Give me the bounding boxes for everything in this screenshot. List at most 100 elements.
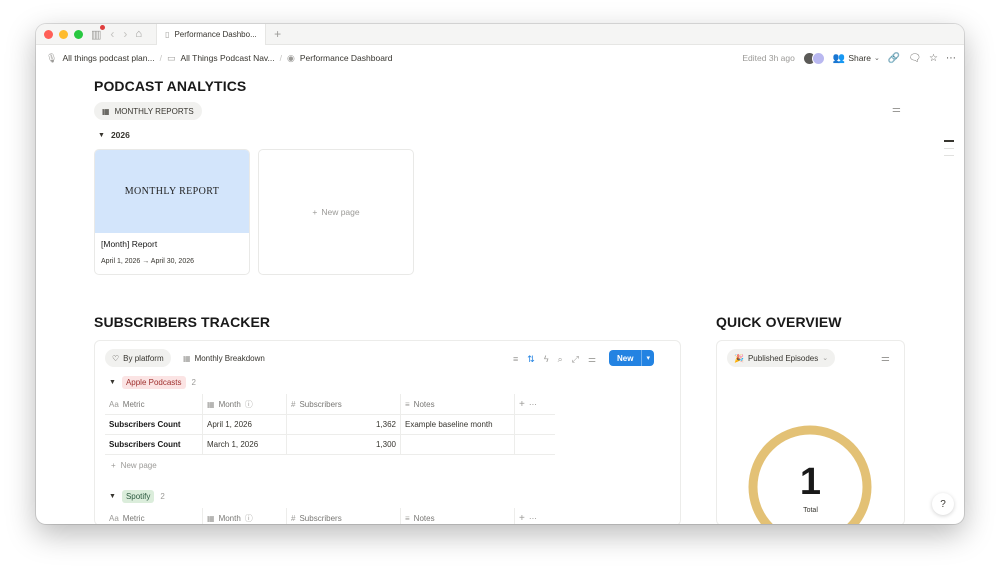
settings-icon[interactable]: ⚌ [588,354,596,365]
column-metric[interactable]: Aa Metric [105,394,203,414]
text-icon: Aa [109,399,119,409]
table-row[interactable]: Subscribers Count April 1, 2026 1,362 Ex… [105,415,555,435]
column-notes[interactable]: ≡ Notes [401,508,515,524]
group-tag: Apple Podcasts [121,376,186,389]
link-icon[interactable]: 🔗 [888,53,900,64]
share-button[interactable]: 👥 Share ⌄ [833,53,880,64]
star-icon[interactable]: ☆ [929,53,938,64]
breadcrumb-item-nav[interactable]: ▭ All Things Podcast Nav... [167,53,275,64]
calendar-icon: ▦ [207,399,215,409]
cell-month[interactable]: April 1, 2026 [203,415,287,434]
cell-month[interactable]: March 1, 2026 [203,435,287,454]
search-icon[interactable]: ⌕ [558,354,563,365]
total-value: 1 [799,461,822,503]
more-icon[interactable]: ⋯ [946,53,956,64]
column-actions: + ⋯ [515,508,555,524]
view-by-platform[interactable]: ♡ By platform [105,349,171,367]
new-entry-button[interactable]: New ▾ [609,350,654,366]
group-2026-toggle[interactable]: ▼ 2026 [98,130,130,140]
collaborator-avatars[interactable] [802,51,825,65]
group-spotify[interactable]: ▼ Spotify 2 [109,490,165,503]
breadcrumb-separator: / [279,53,283,63]
table-header: Aa Metric ▦ Month ⓘ # Subscribers ≡ Notes + ⋯ [105,394,555,415]
group-apple-podcasts[interactable]: ▼ Apple Podcasts 2 [109,376,196,389]
view-monthly-breakdown[interactable]: ▦ Monthly Breakdown [183,354,265,363]
add-row-button[interactable]: + New page [111,461,157,470]
page-icon: ▯ [165,29,170,39]
column-subscribers[interactable]: # Subscribers [287,394,401,414]
cell-notes[interactable]: Example baseline month [401,415,515,434]
info-icon: ⓘ [244,399,253,409]
cell-subscribers[interactable]: 1,300 [287,435,401,454]
toc-line [944,154,954,156]
cell-notes[interactable] [401,435,515,454]
minimize-window-button[interactable] [59,29,68,39]
column-month[interactable]: ▦ Month ⓘ [203,508,287,524]
dashboard-page-icon: ◉ [287,52,295,63]
column-metric[interactable]: Aa Metric [105,508,203,524]
help-button[interactable]: ? [932,493,954,515]
column-label: Notes [413,399,435,409]
tab-performance-dashboard[interactable]: ▯ Performance Dashbo... [156,24,267,45]
forward-arrow-icon[interactable]: › [123,27,127,41]
automation-icon[interactable]: ϟ [544,354,549,364]
add-column-icon[interactable]: + [519,513,525,524]
more-icon[interactable]: ⋯ [529,514,537,523]
column-subscribers[interactable]: # Subscribers [287,508,401,524]
maximize-window-button[interactable] [74,29,83,39]
share-label: Share [848,53,871,63]
toc-line [944,147,954,149]
number-icon: # [291,513,296,523]
sort-icon[interactable]: ⇅ [527,354,535,365]
cell-empty [515,415,555,434]
text-icon: Aa [109,513,119,523]
cell-subscribers[interactable]: 1,362 [287,415,401,434]
filter-icon[interactable]: ≡ [513,354,518,364]
new-tab-button[interactable]: + [274,27,281,41]
subscribers-title: SUBSCRIBERS TRACKER [94,314,271,330]
cell-empty [515,435,555,454]
breadcrumb: 🎙 All things podcast plan... / ▭ All Thi… [36,46,964,70]
chevron-down-icon: ⌄ [874,55,880,62]
back-arrow-icon[interactable]: ‹ [110,27,114,41]
triangle-down-icon: ▼ [98,131,105,139]
new-page-card[interactable]: + New page [258,149,414,275]
new-page-label: New page [321,207,360,217]
heart-icon: ♡ [112,353,120,363]
database-toolbar: ≡ ⇅ ϟ ⌕ ⤢ ⚌ [513,351,596,367]
view-monthly-reports[interactable]: ▦ MONTHLY REPORTS [94,102,202,120]
comment-icon[interactable]: 🗨 [908,53,921,64]
table-of-contents-indicator[interactable] [944,140,954,162]
close-window-button[interactable] [44,29,53,39]
column-label: Month [218,513,241,523]
breadcrumb-item-plan[interactable]: 🎙 All things podcast plan... [46,53,155,64]
spotify-table: Aa Metric ▦ Month ⓘ # Subscribers ≡ Notes + ⋯ [105,508,555,524]
breadcrumb-item-dashboard[interactable]: ◉ Performance Dashboard [287,53,392,64]
cell-metric[interactable]: Subscribers Count [105,435,203,454]
report-card[interactable]: MONTHLY REPORT [Month] Report April 1, 2… [94,149,250,275]
subscribers-database: ♡ By platform ▦ Monthly Breakdown ≡ ⇅ ϟ … [94,340,681,524]
apple-table: Aa Metric ▦ Month ⓘ # Subscribers ≡ Notes + ⋯ … [105,394,555,455]
more-icon[interactable]: ⋯ [529,400,537,409]
edited-timestamp: Edited 3h ago [742,53,795,63]
home-icon[interactable]: ⌂ [135,28,142,40]
cell-metric[interactable]: Subscribers Count [105,415,203,434]
add-column-icon[interactable]: + [519,399,525,410]
chevron-down-icon[interactable]: ▾ [641,350,654,366]
column-notes[interactable]: ≡ Notes [401,394,515,414]
group-count: 2 [191,378,196,387]
overview-title: QUICK OVERVIEW [716,314,842,330]
breadcrumb-label: All things podcast plan... [62,53,155,63]
sidebar-toggle-icon[interactable]: ▥ [91,24,106,41]
table-row[interactable]: Subscribers Count March 1, 2026 1,300 [105,435,555,455]
plus-icon: + [111,461,116,470]
column-label: Subscribers [299,513,342,523]
total-label: Total [803,507,818,514]
view-settings-icon[interactable]: ⚌ [892,104,901,115]
group-tag: Spotify [121,490,155,503]
column-month[interactable]: ▦ Month ⓘ [203,394,287,414]
card-cover: MONTHLY REPORT [95,150,249,233]
breadcrumb-label: Performance Dashboard [299,53,393,63]
window-controls [44,29,83,39]
expand-icon[interactable]: ⤢ [572,354,579,365]
